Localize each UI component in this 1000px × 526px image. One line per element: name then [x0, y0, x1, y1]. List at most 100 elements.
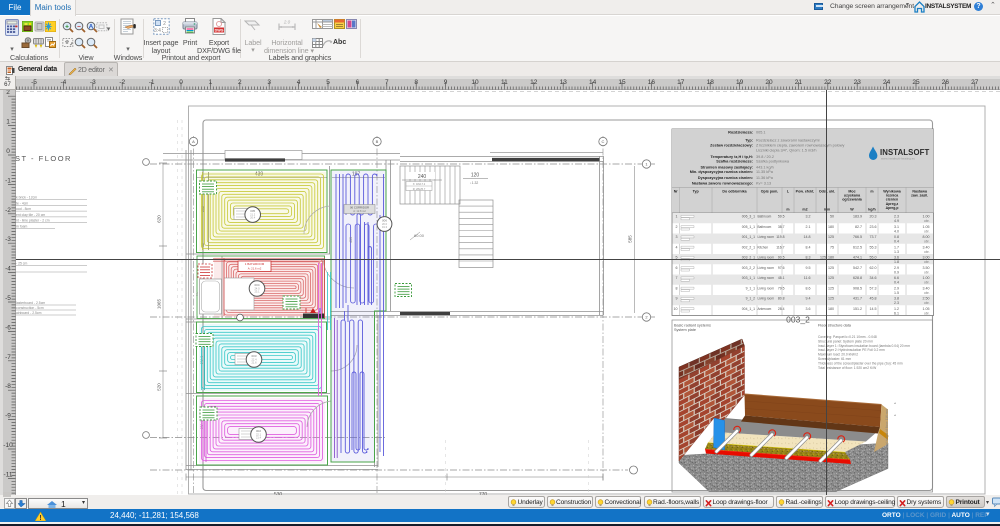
svg-text:11.35 kPa: 11.35 kPa — [756, 170, 774, 174]
svg-text:38.7: 38.7 — [778, 225, 785, 229]
svg-text:Pow. efekt.: Pow. efekt. — [796, 190, 815, 194]
svg-text:2: 2 — [163, 21, 166, 27]
svg-text:4.0: 4.0 — [894, 229, 899, 233]
svg-text:6.1: 6.1 — [894, 311, 899, 315]
svg-text:Zestaw rozdzielaczowy:: Zestaw rozdzielaczowy: — [710, 143, 753, 147]
svg-text:Z licznikiem ciepla, zaworem r: Z licznikiem ciepla, zaworem rownowazacy… — [756, 143, 845, 147]
svg-text:585: 585 — [628, 235, 633, 243]
svg-text:8.00: 8.00 — [923, 235, 930, 239]
svg-text:te - 4cm: te - 4cm — [16, 201, 28, 205]
svg-text:39.8 / 20.2: 39.8 / 20.2 — [756, 155, 774, 159]
svg-text:Living room: Living room — [758, 297, 775, 301]
svg-text:Rozdzielacza:: Rozdzielacza: — [728, 131, 753, 135]
svg-text:Opis pom.: Opis pom. — [761, 190, 779, 194]
svg-text:125: 125 — [828, 235, 834, 239]
svg-text:Insul. layer 2: Hydroinsulatio: Insul. layer 2: Hydroinsulation PE Foil … — [818, 348, 885, 352]
svg-text:11.36 kPa: 11.36 kPa — [756, 176, 774, 180]
svg-text:obr.: obr. — [924, 229, 930, 233]
svg-text:obr.: obr. — [924, 219, 930, 223]
svg-text:21.6: 21.6 — [251, 361, 257, 365]
svg-text:3.6: 3.6 — [806, 307, 811, 311]
svg-text:6: 6 — [676, 266, 678, 270]
svg-text:3.8: 3.8 — [894, 297, 899, 301]
svg-text:151.2: 151.2 — [853, 307, 862, 311]
svg-text:1.2: 1.2 — [894, 307, 899, 311]
svg-text:Dyspozycyjna roznica cisnien:: Dyspozycyjna roznica cisnien: — [698, 176, 753, 180]
svg-text:m foam: m foam — [16, 225, 27, 229]
svg-text:1.00: 1.00 — [923, 276, 930, 280]
svg-text:A: 12.8 m2: A: 12.8 m2 — [353, 209, 366, 213]
svg-text:-6: -6 — [5, 324, 11, 331]
svg-text:004: 004 — [254, 283, 259, 287]
svg-text:Bathroom: Bathroom — [758, 215, 772, 219]
svg-text:50: 50 — [830, 215, 834, 219]
svg-text:9: 9 — [676, 297, 678, 301]
svg-text:construction - 5cm: construction - 5cm — [16, 306, 44, 310]
svg-text:ogrzewania: ogrzewania — [842, 198, 863, 202]
svg-text:Anteroom: Anteroom — [758, 307, 772, 311]
svg-text:Rozdzielacz z zaworami nastawc: Rozdzielacz z zaworami nastawczymi — [756, 139, 820, 143]
svg-text:Liczniki ciepla 3/4", Qnom: 1.: Liczniki ciepla 3/4", Qnom: 1.5 m3/h — [756, 149, 816, 153]
svg-text:-7: -7 — [5, 354, 11, 361]
svg-text:0.4: 0.4 — [894, 240, 899, 244]
svg-text:kg/h: kg/h — [868, 208, 875, 212]
svg-text:Total height of floor: 116 mm: Total height of floor: 116 mm — [885, 409, 889, 449]
svg-text:System plate: System plate — [674, 328, 696, 332]
svg-text:Kv= 3.13: Kv= 3.13 — [756, 181, 771, 185]
svg-text:6.6: 6.6 — [894, 276, 899, 280]
svg-text:Temperatury tz,H i tp,H:: Temperatury tz,H i tp,H: — [710, 155, 753, 159]
svg-text:Screed/plaster: 61 mm: Screed/plaster: 61 mm — [818, 357, 851, 361]
svg-text:004_1_1: 004_1_1 — [742, 307, 755, 311]
svg-text:9_1_1: 9_1_1 — [746, 286, 756, 290]
svg-text:1: 1 — [676, 215, 678, 219]
svg-text:obr.: obr. — [924, 250, 930, 254]
svg-text:ainboard - 2.5cm: ainboard - 2.5cm — [16, 311, 42, 315]
svg-text:34.6: 34.6 — [870, 276, 877, 280]
svg-text:↓1.32: ↓1.32 — [470, 181, 478, 185]
svg-text:23.6: 23.6 — [870, 225, 877, 229]
svg-text:1.3: 1.3 — [894, 250, 899, 254]
svg-text:Living room: Living room — [758, 286, 775, 290]
svg-text:62.0: 62.0 — [870, 266, 877, 270]
svg-text:003_1_1: 003_1_1 — [742, 276, 755, 280]
svg-text:006: 006 — [382, 219, 387, 223]
svg-text:2.50: 2.50 — [923, 297, 930, 301]
svg-text:Typ: Typ — [693, 190, 700, 194]
svg-text:125: 125 — [828, 286, 834, 290]
svg-text:10: 10 — [674, 307, 678, 311]
svg-text:1.7: 1.7 — [894, 245, 899, 249]
svg-text:1 BATHROOM: 1 BATHROOM — [245, 262, 265, 266]
svg-text:Kitchen: Kitchen — [758, 245, 769, 249]
svg-text:Living room: Living room — [758, 266, 775, 270]
svg-text:k brick - 12cm: k brick - 12cm — [16, 196, 37, 200]
svg-text:9_1_2: 9_1_2 — [746, 297, 756, 301]
svg-text:- 25 cm: - 25 cm — [16, 262, 27, 266]
svg-text:003: 003 — [251, 354, 256, 358]
svg-text:C: C — [602, 139, 605, 144]
svg-text:1.05: 1.05 — [923, 225, 930, 229]
svg-text:14.8: 14.8 — [804, 235, 811, 239]
svg-text:9.4: 9.4 — [806, 297, 811, 301]
svg-text:cisnien: cisnien — [886, 198, 898, 202]
svg-text:2.3: 2.3 — [894, 301, 899, 305]
svg-text:20.4: 20.4 — [250, 216, 256, 220]
svg-text:0.9: 0.9 — [894, 270, 899, 274]
svg-text:-8: -8 — [5, 383, 11, 390]
svg-text:57.3: 57.3 — [870, 286, 877, 290]
svg-text:19.3: 19.3 — [382, 225, 388, 229]
svg-text:20.3: 20.3 — [870, 215, 877, 219]
svg-text:Typ:: Typ: — [745, 139, 753, 143]
svg-text:W: W — [850, 208, 854, 212]
svg-text:73.7: 73.7 — [870, 235, 877, 239]
svg-text:82.7: 82.7 — [855, 225, 862, 229]
svg-text:21.4: 21.4 — [256, 436, 262, 440]
svg-text:3: 3 — [676, 235, 678, 239]
svg-text:m2: m2 — [802, 208, 807, 212]
svg-text:1.8: 1.8 — [894, 260, 899, 264]
svg-text:542.7: 542.7 — [853, 266, 862, 270]
svg-text:Basic radiant systems: Basic radiant systems — [674, 324, 711, 328]
svg-text:3.1: 3.1 — [894, 225, 899, 229]
svg-text:180: 180 — [828, 307, 834, 311]
svg-text:nt - lime plaster - 2 cm: nt - lime plaster - 2 cm — [16, 219, 50, 223]
svg-text:zaw. zasil.: zaw. zasil. — [911, 194, 928, 198]
